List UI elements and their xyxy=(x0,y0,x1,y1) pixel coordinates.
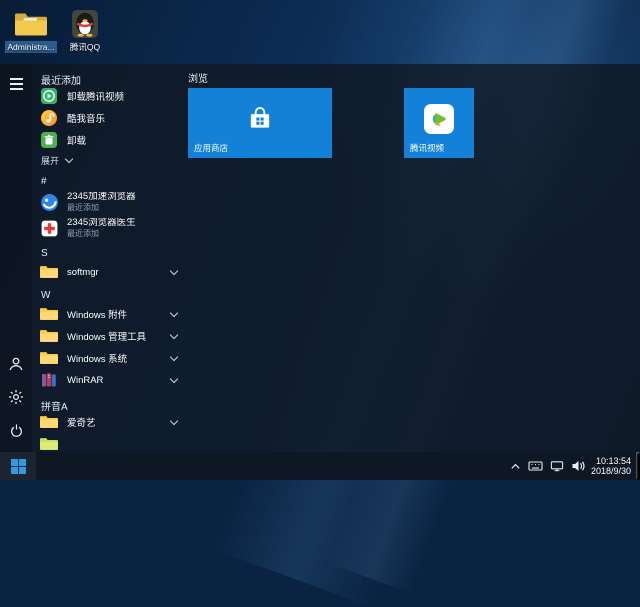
folder-item-softmgr[interactable]: softmgr xyxy=(32,261,186,283)
network-button[interactable] xyxy=(550,452,564,480)
folder-item-windows-admin-tools[interactable]: Windows 管理工具 xyxy=(32,325,186,347)
app-item-uninstall[interactable]: 卸载 xyxy=(32,129,186,151)
chevron-down-icon xyxy=(170,418,178,426)
uninstall-icon xyxy=(39,130,59,150)
hamburger-menu-button[interactable] xyxy=(4,72,28,96)
folder-icon xyxy=(39,326,59,346)
chevron-up-icon xyxy=(510,461,521,471)
start-menu-rail xyxy=(0,64,32,452)
section-header-s[interactable]: S xyxy=(32,246,186,261)
2345-browser-icon xyxy=(39,192,59,212)
gear-icon xyxy=(8,389,24,405)
tiles-panel: 浏览 应用商店 xyxy=(186,64,640,452)
desktop-icon-administrator[interactable]: Administra... xyxy=(4,8,58,58)
desktop-icon-label: 腾讯QQ xyxy=(68,41,102,53)
tray-overflow-button[interactable] xyxy=(510,452,521,480)
folder-item-windows-accessories[interactable]: Windows 附件 xyxy=(32,303,186,325)
qq-penguin-icon xyxy=(58,8,112,40)
folder-icon xyxy=(39,434,59,452)
system-tray xyxy=(510,452,585,480)
chevron-down-icon xyxy=(170,332,178,340)
app-item-2345-doctor[interactable]: 2345浏览器医生 最近添加 xyxy=(32,215,186,241)
chevron-down-icon xyxy=(170,354,178,362)
touch-keyboard-icon xyxy=(528,460,543,472)
tencent-video-play-icon xyxy=(424,104,454,134)
folder-icon xyxy=(39,412,59,432)
app-item-partial[interactable] xyxy=(32,433,186,452)
folder-item-windows-system[interactable]: Windows 系统 xyxy=(32,347,186,369)
chevron-down-icon xyxy=(65,156,73,164)
clock-time: 10:13:54 xyxy=(591,456,631,467)
folder-item-winrar[interactable]: WinRAR xyxy=(32,369,186,391)
expand-button[interactable]: 展开 xyxy=(32,151,186,169)
settings-button[interactable] xyxy=(4,385,28,409)
power-icon xyxy=(9,423,24,438)
app-item-kuwo-music[interactable]: 酷我音乐 xyxy=(32,107,186,129)
chevron-down-icon xyxy=(170,376,178,384)
section-header-w[interactable]: W xyxy=(32,288,186,303)
chevron-down-icon xyxy=(170,310,178,318)
app-item-uninstall-tencent-video[interactable]: 卸载腾讯视频 xyxy=(32,85,186,107)
desktop-icon-qq[interactable]: 腾讯QQ xyxy=(58,8,112,58)
folder-icon xyxy=(39,348,59,368)
recently-added-header: 最近添加 xyxy=(32,70,186,85)
administrator-folder-icon xyxy=(4,8,58,40)
app-list: 最近添加 卸载腾讯视频 酷我音乐 卸载 xyxy=(32,64,186,452)
tile-label: 应用商店 xyxy=(194,142,228,154)
user-icon xyxy=(8,356,24,372)
touch-keyboard-button[interactable] xyxy=(528,452,543,480)
power-button[interactable] xyxy=(4,418,28,442)
windows-logo-icon xyxy=(11,459,26,474)
screen: { "desktop": { "icons": [ { "label": "Ad… xyxy=(0,0,640,480)
volume-icon xyxy=(571,460,585,472)
store-bag-icon xyxy=(246,105,274,133)
show-desktop-button[interactable] xyxy=(636,452,640,480)
tile-tencent-video[interactable]: 腾讯视频 xyxy=(404,88,474,158)
tile-label: 腾讯视频 xyxy=(410,142,444,154)
network-icon xyxy=(550,460,564,472)
kuwo-music-icon xyxy=(39,108,59,128)
winrar-books-icon xyxy=(39,370,59,390)
taskbar: 10:13:54 2018/9/30 xyxy=(0,452,640,480)
taskbar-clock[interactable]: 10:13:54 2018/9/30 xyxy=(591,456,631,477)
section-header-hash[interactable]: # xyxy=(32,174,186,189)
volume-button[interactable] xyxy=(571,452,585,480)
section-header-pinyin-a[interactable]: 拼音A xyxy=(32,396,186,411)
clock-date: 2018/9/30 xyxy=(591,466,631,477)
2345-doctor-icon xyxy=(39,218,59,238)
user-account-button[interactable] xyxy=(4,352,28,376)
tile-group-label[interactable]: 浏览 xyxy=(188,70,640,84)
folder-icon xyxy=(39,262,59,282)
app-item-2345-browser[interactable]: 2345加速浏览器 最近添加 xyxy=(32,189,186,215)
chevron-down-icon xyxy=(170,268,178,276)
start-button[interactable] xyxy=(0,452,36,480)
tencent-video-uninstall-icon xyxy=(39,86,59,106)
hamburger-icon xyxy=(10,78,23,90)
folder-icon xyxy=(39,304,59,324)
desktop-icon-label: Administra... xyxy=(5,41,56,53)
tile-app-store[interactable]: 应用商店 xyxy=(188,88,332,158)
folder-item-iqiyi[interactable]: 爱奇艺 xyxy=(32,411,186,433)
start-menu: 最近添加 卸载腾讯视频 酷我音乐 卸载 xyxy=(0,64,640,452)
